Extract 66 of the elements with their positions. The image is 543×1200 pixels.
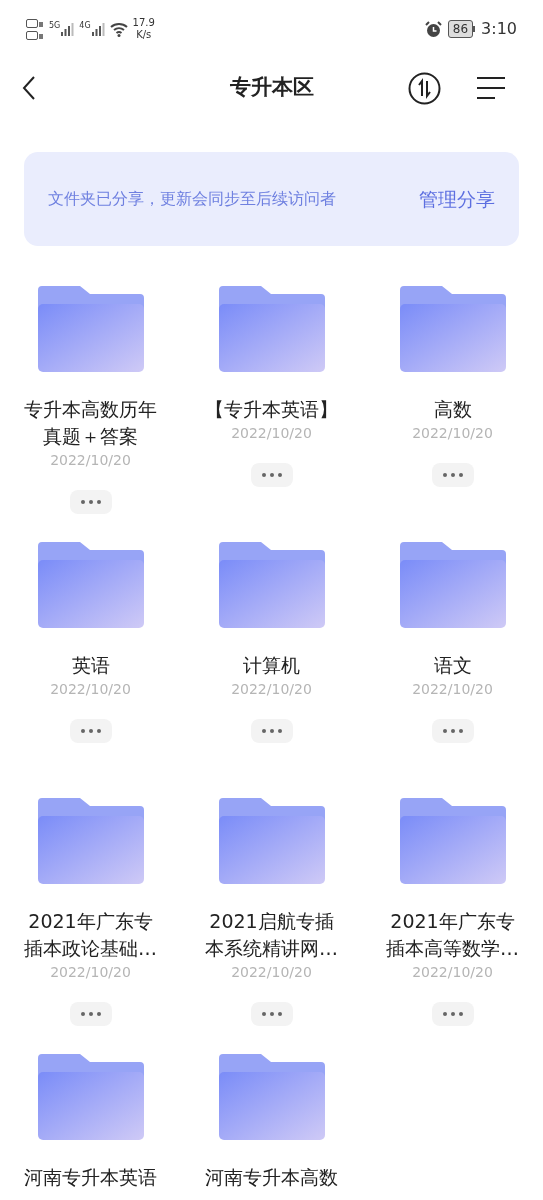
- folder-name: 【专升本英语】: [205, 397, 338, 422]
- more-button[interactable]: [69, 490, 112, 514]
- wifi-icon: [109, 21, 128, 37]
- more-button[interactable]: [250, 719, 293, 743]
- folder-date: 2022/10/20: [412, 680, 493, 699]
- folder-name: 专升本高数历年 真题＋答案: [24, 397, 157, 449]
- signal-icon: [90, 22, 105, 36]
- folder-icon[interactable]: [218, 798, 325, 884]
- folder-date: 2022/10/20: [412, 424, 493, 443]
- dots-icon: [80, 1012, 101, 1016]
- dots-icon: [442, 473, 463, 477]
- dots-icon: [442, 1012, 463, 1016]
- more-button[interactable]: [431, 719, 474, 743]
- folder-icon[interactable]: [218, 542, 325, 628]
- folder-name: 河南专升本英语: [24, 1165, 157, 1190]
- more-button[interactable]: [69, 1002, 112, 1026]
- folder-date: 2022/10/20: [50, 680, 131, 699]
- menu-icon[interactable]: [477, 77, 505, 99]
- more-button[interactable]: [69, 719, 112, 743]
- folder-date: 2022/10/20: [231, 424, 312, 443]
- folder-name: 计算机: [243, 653, 300, 678]
- folder-date: 2022/10/20: [50, 451, 131, 470]
- clock-time: 3:10: [481, 18, 517, 40]
- dots-icon: [261, 729, 282, 733]
- folder-icon[interactable]: [37, 1054, 144, 1140]
- folder-name: 语文: [433, 653, 472, 678]
- folder-name: 2021年广东专 插本高等数学…: [386, 909, 519, 961]
- share-notice: 文件夹已分享，更新会同步至后续访问者: [48, 188, 336, 210]
- folder-name: 2021年广东专 插本政论基础…: [24, 909, 157, 961]
- folder-icon[interactable]: [399, 286, 506, 372]
- folder-icon[interactable]: [399, 798, 506, 884]
- folder-date: 2022/10/20: [231, 963, 312, 982]
- alarm-icon: [424, 20, 442, 38]
- manage-share-link[interactable]: 管理分享: [419, 184, 495, 214]
- folder-name: 2021启航专插 本系统精讲网…: [205, 909, 338, 961]
- network-type: 5G: [49, 22, 61, 30]
- hd-icon: [26, 30, 44, 40]
- folder-icon[interactable]: [399, 542, 506, 628]
- folder-date: 2022/10/20: [231, 680, 312, 699]
- folder-name: 英语: [71, 653, 110, 678]
- folder-icon[interactable]: [37, 286, 144, 372]
- battery-level: 86: [447, 20, 474, 38]
- hd-icon: [26, 18, 44, 28]
- folder-icon[interactable]: [218, 286, 325, 372]
- dots-icon: [261, 1012, 282, 1016]
- folder-icon[interactable]: [37, 542, 144, 628]
- signal-icon: [60, 22, 75, 36]
- speed-unit: K/s: [136, 29, 152, 41]
- folder-name: 高数: [433, 397, 472, 422]
- more-button[interactable]: [431, 1002, 474, 1026]
- folder-date: 2022/10/20: [412, 963, 493, 982]
- more-button[interactable]: [250, 1002, 293, 1026]
- dots-icon: [80, 500, 101, 504]
- page-title: 专升本区: [229, 74, 314, 102]
- sort-icon[interactable]: [408, 71, 441, 105]
- more-button[interactable]: [431, 463, 474, 487]
- dots-icon: [442, 729, 463, 733]
- dots-icon: [261, 473, 282, 477]
- network-type: 4G: [79, 22, 91, 30]
- network-speed: 17.9: [132, 17, 155, 29]
- folder-date: 2022/10/20: [50, 963, 131, 982]
- dots-icon: [80, 729, 101, 733]
- folder-name: 河南专升本高数: [205, 1165, 338, 1190]
- folder-icon[interactable]: [37, 798, 144, 884]
- folder-icon[interactable]: [218, 1054, 325, 1140]
- more-button[interactable]: [250, 463, 293, 487]
